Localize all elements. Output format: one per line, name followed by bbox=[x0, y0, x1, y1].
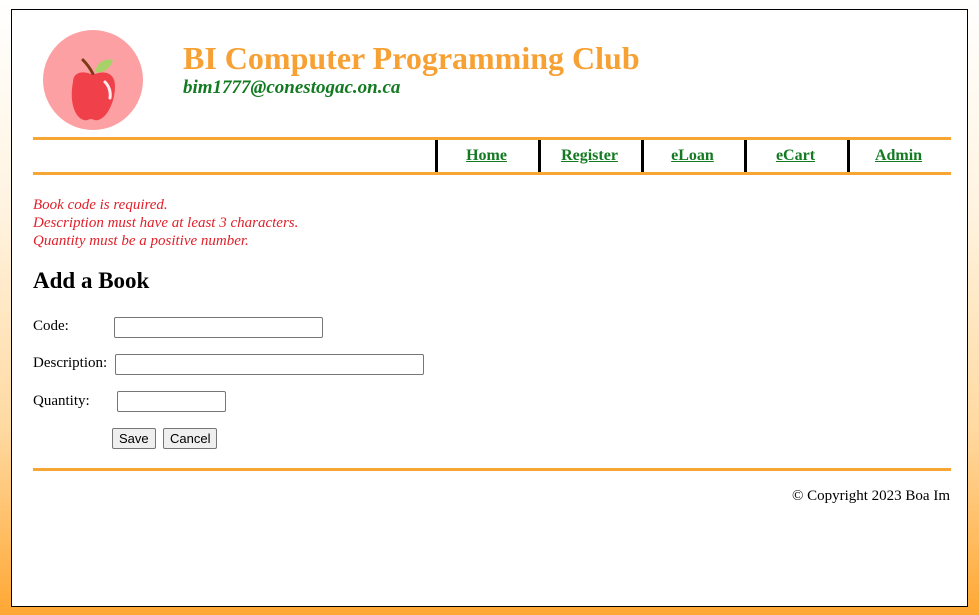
nav-item-home: Home bbox=[435, 140, 535, 172]
nav-item-admin: Admin bbox=[847, 140, 947, 172]
description-label: Description: bbox=[33, 355, 108, 371]
nav-link-home[interactable]: Home bbox=[466, 147, 507, 164]
cancel-button[interactable]: Cancel bbox=[163, 428, 218, 449]
page-container: BI Computer Programming Club bim1777@con… bbox=[11, 9, 968, 607]
code-label: Code: bbox=[33, 318, 69, 334]
validation-errors: Book code is required. Description must … bbox=[33, 196, 298, 250]
nav-bar: Home Register eLoan eCart Admin bbox=[33, 137, 951, 175]
error-message: Book code is required. bbox=[33, 197, 168, 213]
apple-icon bbox=[43, 30, 143, 130]
copyright-text: © Copyright 2023 Boa Im bbox=[791, 488, 950, 504]
form-title: Add a Book bbox=[33, 268, 150, 293]
save-button[interactable]: Save bbox=[112, 428, 156, 449]
nav-link-eloan[interactable]: eLoan bbox=[671, 147, 714, 164]
nav-link-ecart[interactable]: eCart bbox=[776, 147, 815, 164]
header: BI Computer Programming Club bim1777@con… bbox=[12, 10, 967, 138]
quantity-input[interactable] bbox=[117, 391, 226, 412]
footer-divider bbox=[33, 468, 951, 471]
nav-item-register: Register bbox=[538, 140, 638, 172]
description-input[interactable] bbox=[115, 354, 424, 375]
nav-item-eloan: eLoan bbox=[641, 140, 741, 172]
nav-item-ecart: eCart bbox=[744, 140, 844, 172]
error-message: Description must have at least 3 charact… bbox=[33, 215, 299, 231]
nav-link-admin[interactable]: Admin bbox=[875, 147, 922, 164]
site-title: BI Computer Programming Club bbox=[183, 40, 640, 76]
quantity-label: Quantity: bbox=[33, 393, 90, 409]
club-email: bim1777@conestogac.on.ca bbox=[183, 77, 401, 98]
nav-link-register[interactable]: Register bbox=[561, 147, 618, 164]
error-message: Quantity must be a positive number. bbox=[33, 233, 249, 249]
code-input[interactable] bbox=[114, 317, 323, 338]
